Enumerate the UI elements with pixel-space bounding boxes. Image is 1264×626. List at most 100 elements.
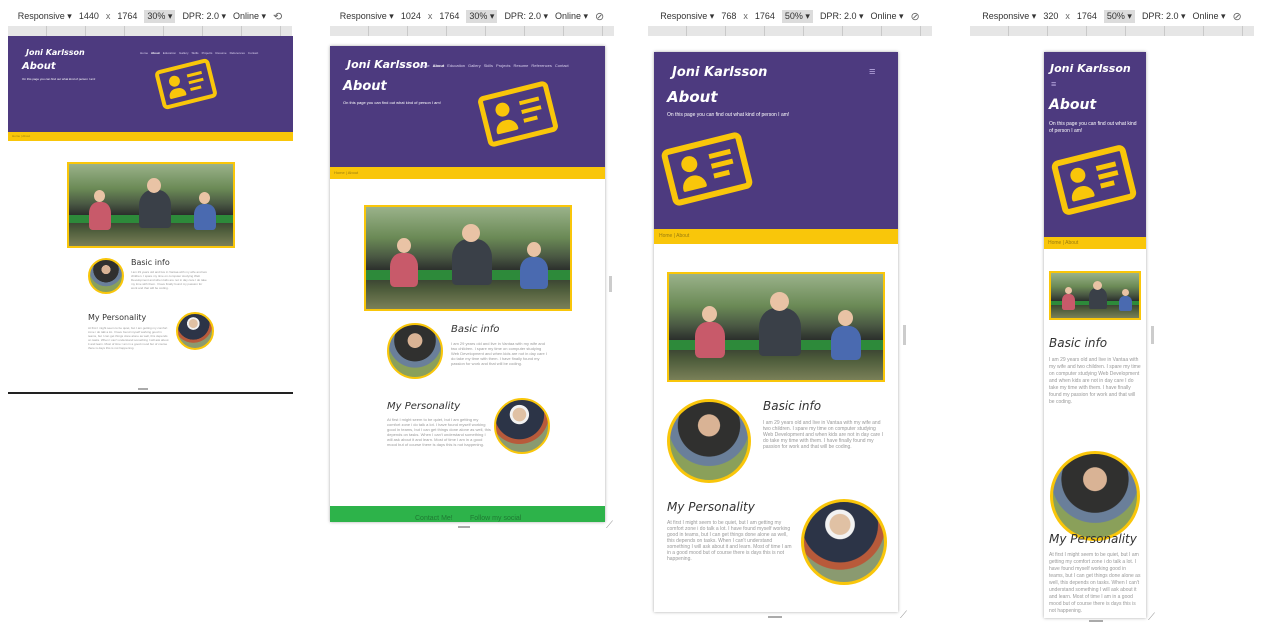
height-input[interactable]: 1764 [117, 11, 137, 21]
media-query-ruler[interactable] [970, 26, 1254, 36]
resize-handle-right[interactable] [903, 325, 906, 345]
personality-heading: My Personality [1049, 532, 1137, 546]
dpr-dropdown[interactable]: DPR: 2.0 ▾ [182, 11, 226, 22]
dpr-dropdown[interactable]: DPR: 2.0 ▾ [504, 11, 548, 22]
device-panel-320: Responsive ▾ 320 x 1764 50% ▾ DPR: 2.0 ▾… [962, 0, 1262, 626]
media-query-ruler[interactable] [648, 26, 932, 36]
breadcrumb-bar: Home | About [1044, 237, 1146, 249]
network-dropdown[interactable]: Online ▾ [233, 11, 266, 22]
responsive-dropdown[interactable]: Responsive ▾ [340, 11, 394, 22]
chevron-down-icon: ▾ [389, 10, 394, 21]
height-input[interactable]: 1764 [755, 11, 775, 21]
nav-skills[interactable]: Skills [484, 63, 493, 68]
nav-contact[interactable]: Contact [555, 63, 569, 68]
resize-handle-bottom[interactable] [768, 616, 782, 618]
height-input[interactable]: 1764 [1077, 11, 1097, 21]
dpr-dropdown[interactable]: DPR: 2.0 ▾ [1142, 11, 1186, 22]
basic-info-heading: Basic info [763, 399, 822, 413]
site-brand[interactable]: Joni Karlsson [347, 58, 428, 71]
nav-skills[interactable]: Skills [192, 51, 199, 55]
nav-gallery[interactable]: Gallery [468, 63, 481, 68]
device-viewport: Joni Karlsson Home About Education Galle… [330, 46, 605, 522]
breadcrumb[interactable]: Home | About [12, 134, 30, 138]
site-brand[interactable]: Joni Karlsson [26, 48, 85, 57]
resize-handle-right[interactable] [609, 276, 612, 292]
responsive-dropdown[interactable]: Responsive ▾ [18, 11, 72, 22]
hamburger-menu-icon[interactable]: ≡ [1051, 79, 1056, 89]
resize-handle-right[interactable] [1151, 326, 1154, 344]
rotate-icon[interactable]: ⊘ [1233, 10, 1242, 23]
profile-avatar [88, 258, 124, 294]
media-query-ruler[interactable] [330, 26, 614, 36]
site-brand[interactable]: Joni Karlsson [672, 65, 767, 80]
page-subtitle: On this page you can find out what kind … [667, 112, 790, 118]
nav-references[interactable]: References [531, 63, 551, 68]
width-input[interactable]: 320 [1043, 11, 1058, 21]
personality-heading: My Personality [88, 313, 147, 322]
hamburger-menu-icon[interactable]: ≡ [869, 66, 875, 78]
nav-education[interactable]: Education [447, 63, 465, 68]
nav-references[interactable]: References [230, 51, 245, 55]
hero-section: Joni Karlsson ≡ About On this page you c… [654, 52, 898, 229]
basic-info-heading: Basic info [1049, 336, 1108, 350]
family-photo [667, 272, 885, 382]
device-panel-768: Responsive ▾ 768 x 1764 50% ▾ DPR: 2.0 ▾… [640, 0, 940, 626]
breadcrumb[interactable]: Home | About [334, 170, 358, 175]
family-photo [1049, 271, 1141, 320]
rotate-icon[interactable]: ⊘ [911, 10, 920, 23]
nav-projects[interactable]: Projects [202, 51, 213, 55]
network-dropdown[interactable]: Online ▾ [1192, 11, 1225, 22]
personality-text: At first I might seem to be quiet, but I… [387, 417, 491, 447]
resize-handle-bottom[interactable] [458, 526, 470, 528]
network-dropdown[interactable]: Online ▾ [555, 11, 588, 22]
resize-corner-icon[interactable]: ⟋ [900, 610, 907, 621]
contact-me-link[interactable]: Contact Me! [415, 515, 453, 522]
nav-education[interactable]: Education [163, 51, 176, 55]
profile-avatar [667, 399, 751, 483]
zoom-dropdown[interactable]: 50% ▾ [1103, 9, 1135, 23]
responsive-dropdown[interactable]: Responsive ▾ [660, 11, 714, 22]
responsive-dropdown[interactable]: Responsive ▾ [982, 11, 1036, 22]
dimension-separator: x [427, 11, 433, 21]
media-query-ruler[interactable] [8, 26, 292, 36]
width-input[interactable]: 1024 [401, 11, 421, 21]
nav-contact[interactable]: Contact [248, 51, 258, 55]
chevron-down-icon: ▾ [67, 10, 72, 21]
dpr-dropdown[interactable]: DPR: 2.0 ▾ [820, 11, 864, 22]
nav-resume[interactable]: Resume [514, 63, 529, 68]
rotate-icon[interactable]: ⟲ [273, 10, 282, 23]
resize-corner-icon[interactable]: ⟋ [606, 520, 613, 531]
zoom-dropdown[interactable]: 50% ▾ [781, 9, 813, 23]
nav-about[interactable]: About [151, 51, 160, 55]
nav-home[interactable]: Home [419, 63, 430, 68]
height-input[interactable]: 1764 [439, 11, 459, 21]
breadcrumb[interactable]: Home | About [659, 233, 689, 239]
nav-gallery[interactable]: Gallery [179, 51, 189, 55]
hero-section: Joni Karlsson Home About Education Galle… [330, 46, 605, 167]
basic-info-text: I am 29 years old and live in Vantaa wit… [451, 341, 547, 366]
nav-about[interactable]: About [433, 63, 445, 68]
chevron-down-icon: ▾ [709, 10, 715, 21]
basic-info-heading: Basic info [131, 258, 170, 267]
zoom-dropdown[interactable]: 30% ▾ [466, 9, 498, 23]
device-viewport: Joni Karlsson ≡ About On this page you c… [1044, 52, 1146, 618]
resize-handle-bottom[interactable] [138, 388, 148, 390]
id-card-icon [153, 57, 219, 111]
width-input[interactable]: 768 [721, 11, 736, 21]
breadcrumb[interactable]: Home | About [1048, 240, 1078, 246]
width-input[interactable]: 1440 [79, 11, 99, 21]
network-dropdown[interactable]: Online ▾ [870, 11, 903, 22]
resize-corner-icon[interactable]: ⟋ [1148, 612, 1155, 623]
nav-resume[interactable]: Resume [215, 51, 226, 55]
rotate-icon[interactable]: ⊘ [595, 10, 604, 23]
follow-social-link[interactable]: Follow my social [470, 515, 521, 522]
dimension-separator: x [105, 11, 111, 21]
nav-home[interactable]: Home [140, 51, 148, 55]
basic-info-text: I am 29 years old and live in Vantaa wit… [1049, 357, 1141, 405]
personality-heading: My Personality [387, 401, 461, 412]
device-toolbar: Responsive ▾ 1440 x 1764 30% ▾ DPR: 2.0 … [0, 8, 300, 24]
zoom-dropdown[interactable]: 30% ▾ [144, 9, 176, 23]
nav-projects[interactable]: Projects [496, 63, 510, 68]
site-brand[interactable]: Joni Karlsson [1050, 62, 1131, 75]
resize-handle-bottom[interactable] [1089, 620, 1103, 622]
